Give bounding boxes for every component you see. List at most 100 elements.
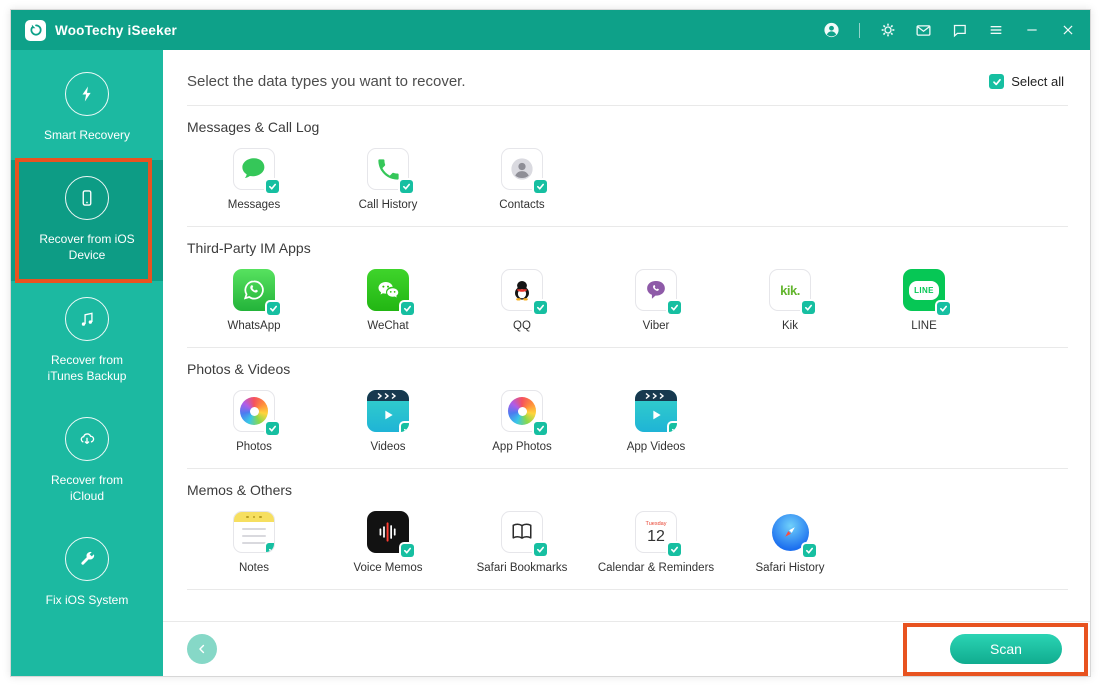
datatype-call-history[interactable]: Call History	[321, 148, 455, 211]
check-badge	[669, 423, 677, 432]
app-title: WooTechy iSeeker	[55, 23, 177, 38]
sidebar-item-recover-icloud[interactable]: Recover from iCloud	[11, 401, 163, 521]
check-badge	[534, 543, 547, 556]
check-badge	[401, 544, 414, 557]
back-button[interactable]	[187, 634, 217, 664]
cloud-download-icon	[65, 417, 109, 461]
section-memos-others: Memos & Others Notes	[163, 469, 1090, 589]
check-badge	[668, 301, 681, 314]
datatype-label: Messages	[228, 199, 280, 211]
datatype-label: App Photos	[492, 441, 551, 453]
messages-app-icon	[233, 148, 275, 190]
kik-app-icon: kik.	[769, 269, 811, 311]
titlebar-separator	[859, 23, 860, 38]
check-badge	[668, 543, 681, 556]
safari-history-app-icon	[769, 511, 811, 553]
datatype-videos[interactable]: Videos	[321, 390, 455, 453]
check-badge	[401, 302, 414, 315]
datatype-safari-history[interactable]: Safari History	[723, 511, 857, 574]
check-badge	[937, 302, 950, 315]
datatype-kik[interactable]: kik. Kik	[723, 269, 857, 332]
datatype-label: Photos	[236, 441, 272, 453]
scan-button[interactable]: Scan	[950, 634, 1062, 664]
check-badge	[534, 180, 547, 193]
section-third-party-im: Third-Party IM Apps WhatsApp	[163, 227, 1090, 347]
section-messages-call-log: Messages & Call Log Messages	[163, 106, 1090, 226]
select-all-checkbox[interactable]: Select all	[989, 74, 1064, 89]
datatype-label: WhatsApp	[227, 320, 280, 332]
notes-top-strip	[234, 512, 274, 522]
notes-app-icon	[233, 511, 275, 553]
datatype-whatsapp[interactable]: WhatsApp	[187, 269, 321, 332]
sidebar-item-smart-recovery[interactable]: Smart Recovery	[11, 56, 163, 160]
datatype-label: QQ	[513, 320, 531, 332]
datatype-label: Videos	[371, 441, 406, 453]
sidebar-item-recover-ios-device[interactable]: Recover from iOS Device	[11, 160, 163, 280]
lightning-recovery-icon	[65, 72, 109, 116]
photos-flower-icon	[508, 397, 536, 425]
app-logo-icon	[25, 20, 46, 41]
main-content: Select the data types you want to recove…	[163, 50, 1090, 676]
sidebar-item-label: Recover from iOS Device	[34, 231, 140, 263]
settings-gear-icon[interactable]	[879, 22, 896, 39]
datatype-label: Safari History	[755, 562, 824, 574]
sidebar-item-recover-itunes-backup[interactable]: Recover from iTunes Backup	[11, 281, 163, 401]
sidebar-item-label: Recover from iCloud	[34, 472, 140, 504]
datatype-voice-memos[interactable]: Voice Memos	[321, 511, 455, 574]
call-history-app-icon	[367, 148, 409, 190]
check-badge	[267, 302, 280, 315]
datatype-label: Kik	[782, 320, 798, 332]
bottom-bar: Scan	[163, 621, 1090, 676]
datatype-label: Safari Bookmarks	[477, 562, 568, 574]
film-strip-icon	[635, 390, 677, 401]
sidebar-item-fix-ios-system[interactable]: Fix iOS System	[11, 521, 163, 625]
section-title: Photos & Videos	[187, 361, 1066, 377]
datatype-messages[interactable]: Messages	[187, 148, 321, 211]
minimize-icon[interactable]	[1023, 22, 1040, 39]
app-videos-app-icon	[635, 390, 677, 432]
datatype-photos[interactable]: Photos	[187, 390, 321, 453]
datatype-line[interactable]: LINE LINE	[857, 269, 991, 332]
check-badge	[401, 423, 409, 432]
music-note-icon	[65, 297, 109, 341]
photos-flower-icon	[240, 397, 268, 425]
checkbox-checked-icon[interactable]	[989, 74, 1004, 89]
section-title: Messages & Call Log	[187, 119, 1066, 135]
check-badge	[400, 180, 413, 193]
check-badge	[266, 180, 279, 193]
check-badge	[266, 422, 279, 435]
datatype-label: Viber	[643, 320, 670, 332]
voice-memos-app-icon	[367, 511, 409, 553]
datatype-safari-bookmarks[interactable]: Safari Bookmarks	[455, 511, 589, 574]
film-strip-icon	[367, 390, 409, 401]
divider	[187, 589, 1068, 590]
select-all-label[interactable]: Select all	[1011, 74, 1064, 89]
datatype-app-photos[interactable]: App Photos	[455, 390, 589, 453]
datatype-viber[interactable]: Viber	[589, 269, 723, 332]
datatype-label: Notes	[239, 562, 269, 574]
datatype-label: Call History	[359, 199, 418, 211]
calendar-app-icon: Tuesday 12	[635, 511, 677, 553]
datatype-notes[interactable]: Notes	[187, 511, 321, 574]
datatype-label: App Videos	[627, 441, 686, 453]
datatype-app-videos[interactable]: App Videos	[589, 390, 723, 453]
line-logo-text: LINE	[914, 286, 934, 295]
sidebar-item-label: Smart Recovery	[34, 127, 140, 143]
account-avatar-icon[interactable]	[823, 22, 840, 39]
mail-icon[interactable]	[915, 22, 932, 39]
datatype-label: LINE	[911, 320, 937, 332]
datatype-qq[interactable]: QQ	[455, 269, 589, 332]
datatype-contacts[interactable]: Contacts	[455, 148, 589, 211]
line-bubble: LINE	[909, 281, 939, 300]
feedback-chat-icon[interactable]	[951, 22, 968, 39]
check-badge	[266, 543, 275, 553]
datatype-wechat[interactable]: WeChat	[321, 269, 455, 332]
datatype-calendar-reminders[interactable]: Tuesday 12 Calendar & Reminders	[589, 511, 723, 574]
menu-icon[interactable]	[987, 22, 1004, 39]
phone-recovery-icon	[65, 176, 109, 220]
close-icon[interactable]	[1059, 22, 1076, 39]
safari-bookmarks-app-icon	[501, 511, 543, 553]
datatype-label: WeChat	[367, 320, 408, 332]
app-window: WooTechy iSeeker	[10, 9, 1091, 677]
sidebar: Smart Recovery Recover from iOS Device R…	[11, 50, 163, 676]
